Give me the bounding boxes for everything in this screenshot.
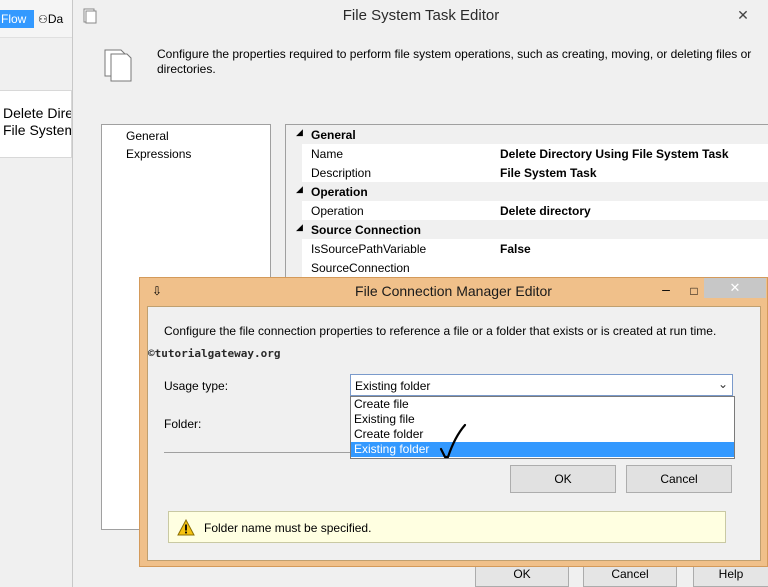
- minimize-icon[interactable]: –: [656, 282, 676, 300]
- row-gutter: [286, 258, 302, 277]
- property-label: Name: [311, 147, 344, 161]
- category-label: General: [311, 128, 356, 142]
- collapse-icon[interactable]: ◢: [296, 222, 303, 233]
- dialog-body: Configure the file connection properties…: [147, 306, 761, 561]
- property-row-name[interactable]: Name Delete Directory Using File System …: [286, 144, 768, 163]
- category-label: Source Connection: [311, 223, 422, 237]
- control-flow-tab[interactable]: Flow: [0, 10, 34, 28]
- warning-icon: [177, 519, 195, 536]
- editor-description: Configure the properties required to per…: [157, 47, 752, 76]
- main-window-title: File System Task Editor: [342, 7, 500, 24]
- nav-item-expressions[interactable]: Expressions: [126, 147, 191, 161]
- task-box[interactable]: Delete Direc File System: [0, 90, 72, 158]
- category-general[interactable]: ◢ General: [286, 125, 768, 144]
- warning-message: Folder name must be specified.: [204, 521, 372, 535]
- row-gutter: [286, 239, 302, 258]
- documents-icon: [104, 49, 132, 82]
- dialog-cancel-button[interactable]: Cancel: [626, 465, 732, 493]
- usage-type-select[interactable]: Existing folder ⌄: [350, 374, 733, 396]
- row-gutter: [286, 201, 302, 220]
- property-label: SourceConnection: [311, 261, 410, 275]
- maximize-icon[interactable]: □: [684, 282, 704, 300]
- close-icon[interactable]: ✕: [733, 6, 753, 24]
- property-row-operation[interactable]: Operation Delete directory: [286, 201, 768, 220]
- data-flow-tab-label: Da: [47, 12, 64, 26]
- property-label: Operation: [311, 204, 364, 218]
- property-row-source-connection[interactable]: SourceConnection: [286, 258, 768, 277]
- category-operation[interactable]: ◢ Operation: [286, 182, 768, 201]
- collapse-icon[interactable]: ◢: [296, 184, 303, 195]
- category-label: Operation: [311, 185, 368, 199]
- nav-item-general[interactable]: General: [126, 129, 169, 143]
- dialog-ok-button[interactable]: OK: [510, 465, 616, 493]
- property-row-is-source-path-variable[interactable]: IsSourcePathVariable False: [286, 239, 768, 258]
- property-value[interactable]: File System Task: [500, 166, 597, 180]
- property-row-description[interactable]: Description File System Task: [286, 163, 768, 182]
- dialog-close-button[interactable]: ✕: [704, 278, 766, 298]
- checkmark-icon: [439, 423, 467, 459]
- file-connection-manager-dialog: ⇩ File Connection Manager Editor – □ ✕ C…: [139, 277, 768, 567]
- chevron-down-icon[interactable]: ⌄: [718, 377, 728, 391]
- row-gutter: [286, 144, 302, 163]
- data-flow-tab[interactable]: ⚇Da: [38, 10, 72, 28]
- folder-label: Folder:: [164, 417, 202, 431]
- property-value[interactable]: Delete Directory Using File System Task: [500, 147, 729, 161]
- property-value[interactable]: False: [500, 242, 531, 256]
- divider: [164, 452, 350, 453]
- task-box-line2: File System: [3, 122, 72, 138]
- dropdown-option-create-file[interactable]: Create file: [351, 397, 734, 412]
- watermark: ©tutorialgateway.org: [148, 347, 281, 360]
- row-gutter: [286, 163, 302, 182]
- background-designer: [0, 0, 72, 587]
- collapse-icon[interactable]: ◢: [296, 127, 303, 138]
- dropdown-option-existing-folder[interactable]: Existing folder: [351, 442, 734, 457]
- usage-type-label: Usage type:: [164, 379, 229, 393]
- dialog-description: Configure the file connection properties…: [164, 324, 717, 338]
- usage-type-dropdown-list: Create file Existing file Create folder …: [350, 396, 735, 459]
- property-label: IsSourcePathVariable: [311, 242, 427, 256]
- usage-type-selected-value: Existing folder: [355, 379, 431, 393]
- task-box-line1: Delete Direc: [3, 105, 71, 121]
- dropdown-option-existing-file[interactable]: Existing file: [351, 412, 734, 427]
- property-value[interactable]: Delete directory: [500, 204, 591, 218]
- data-flow-icon: ⚇: [38, 14, 48, 26]
- dropdown-option-create-folder[interactable]: Create folder: [351, 427, 734, 442]
- property-label: Description: [311, 166, 372, 180]
- warning-bar: Folder name must be specified.: [168, 511, 726, 543]
- category-source-connection[interactable]: ◢ Source Connection: [286, 220, 768, 239]
